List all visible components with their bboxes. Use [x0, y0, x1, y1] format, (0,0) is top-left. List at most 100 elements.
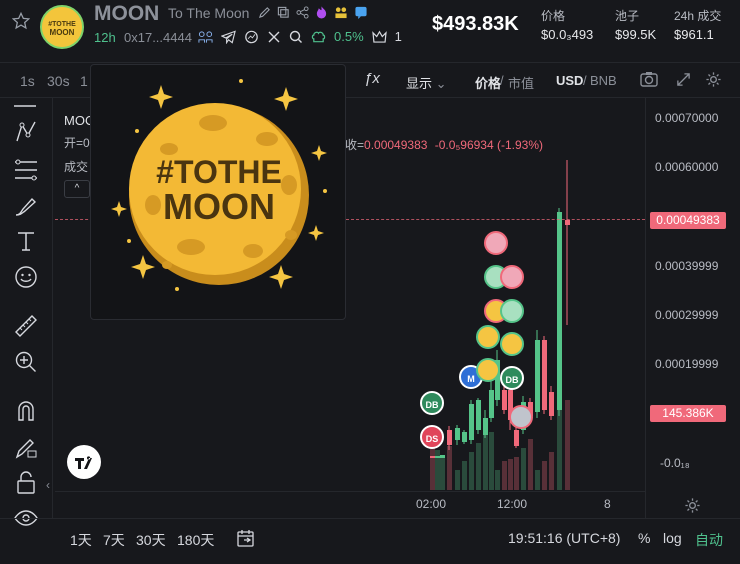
chat-icon[interactable] [354, 6, 368, 19]
camera-icon[interactable] [640, 71, 658, 87]
holders-icon[interactable] [198, 30, 213, 44]
cursor-line-icon[interactable] [13, 101, 37, 111]
header-icons [258, 5, 368, 19]
token-age: 12h [94, 30, 116, 45]
volume-bar [521, 448, 526, 490]
people-icon [335, 6, 347, 18]
moon-text-line2: MOON [163, 186, 275, 227]
candle-body [514, 430, 519, 446]
svg-text:#TOTHE: #TOTHE [48, 21, 76, 28]
legend-volume: 成交 [64, 160, 89, 174]
fib-retracement-icon[interactable] [13, 158, 39, 182]
market-cap-value: $493.83K [432, 13, 519, 35]
crown-icon [371, 30, 387, 43]
brush-icon[interactable] [13, 195, 39, 219]
stat-pool-label: 池子 [615, 9, 640, 23]
magnet-icon[interactable] [14, 399, 38, 423]
trader-avatar-marker[interactable] [476, 358, 500, 382]
timeframe-30s[interactable]: 30s [47, 73, 70, 89]
zoom-in-icon[interactable] [14, 350, 38, 374]
trend-line-icon[interactable] [14, 120, 38, 144]
y-tick: 0.00060000 [655, 160, 719, 174]
close-value: 0.00049383 [364, 138, 428, 152]
edit-icon[interactable] [258, 6, 271, 19]
indicators-button[interactable]: ƒx [364, 70, 380, 87]
candle-body [462, 432, 467, 442]
x-tick: 12:00 [497, 497, 528, 511]
y-tick: 0.00029999 [655, 308, 719, 322]
emoji-icon[interactable] [14, 265, 38, 289]
candle-body [476, 400, 481, 430]
chef-hat-icon [311, 31, 326, 42]
contract-address[interactable]: 0x17...4444 [124, 30, 192, 45]
volume-bar [476, 443, 481, 490]
trade-marker-db[interactable]: DB [420, 391, 444, 415]
range-7d[interactable]: 7天 [103, 530, 125, 550]
y-tick: 0.00039999 [655, 259, 719, 273]
currency-separator: / [583, 73, 587, 88]
percent-toggle[interactable]: % [638, 530, 650, 546]
website-icon[interactable] [244, 30, 259, 44]
volume-bar [483, 434, 488, 490]
trade-marker-ds[interactable]: DS [420, 425, 444, 449]
trader-avatar-marker[interactable] [484, 231, 508, 255]
volume-bar [469, 452, 474, 490]
range-180d[interactable]: 180天 [177, 530, 214, 550]
twitter-x-icon[interactable] [267, 30, 281, 44]
timeframe-1m[interactable]: 1 [80, 73, 88, 89]
candle-body [489, 390, 494, 418]
x-tick: 02:00 [416, 497, 447, 511]
volume-bar [535, 470, 540, 490]
legend-collapse-button[interactable]: ^ [64, 180, 90, 198]
range-30d[interactable]: 30天 [136, 530, 166, 550]
favorite-star-icon[interactable] [12, 12, 30, 30]
telegram-icon[interactable] [221, 29, 236, 44]
display-label: 显示 [406, 76, 433, 91]
y-tick: 0.00070000 [655, 111, 719, 125]
usd-toggle[interactable]: USD [556, 73, 583, 88]
bnb-toggle[interactable]: BNB [590, 73, 617, 88]
log-toggle[interactable]: log [663, 530, 682, 546]
divider [55, 491, 645, 492]
candle-body [535, 340, 540, 412]
mcap-toggle[interactable]: 市值 [508, 73, 534, 92]
text-tool-icon[interactable] [15, 230, 37, 252]
token-image-popup: #TOTHE MOON [90, 64, 346, 320]
fullscreen-icon[interactable] [676, 72, 691, 87]
search-icon[interactable] [289, 30, 303, 44]
svg-text:MOON: MOON [50, 28, 75, 37]
stat-price-label: 价格 [541, 9, 566, 23]
trader-avatar-marker[interactable] [500, 332, 524, 356]
volume-bar [435, 450, 440, 490]
trader-avatar-marker[interactable] [500, 299, 524, 323]
divider [645, 98, 646, 518]
ruler-icon[interactable] [13, 313, 39, 339]
change-value: -0.0₅96934 (-1.93%) [434, 138, 543, 152]
display-menu[interactable]: 显示 ⌄ [406, 73, 447, 92]
pencil-lock-icon[interactable] [14, 436, 38, 460]
y-tick: -0.0₁₈ [660, 456, 690, 470]
tradingview-logo[interactable] [67, 445, 101, 479]
volume-bar [462, 461, 467, 490]
divider [52, 98, 53, 518]
price-toggle[interactable]: 价格 [475, 73, 501, 92]
trader-avatar-marker[interactable] [500, 265, 524, 289]
volume-bar [565, 400, 570, 490]
goto-date-icon[interactable] [236, 528, 256, 548]
axis-settings-gear-icon[interactable] [684, 497, 701, 514]
range-1d[interactable]: 1天 [70, 530, 92, 550]
auto-toggle[interactable]: 自动 [695, 530, 723, 550]
lock-icon[interactable] [15, 471, 37, 495]
trader-avatar-marker[interactable] [509, 405, 533, 429]
share-icon[interactable] [296, 5, 309, 19]
collapse-toolbar-icon[interactable]: ‹ [46, 478, 50, 492]
volume-bar [557, 376, 562, 490]
clock[interactable]: 19:51:16 (UTC+8) [508, 530, 620, 546]
moon-illustration: #TOTHE MOON [111, 79, 327, 291]
timeframe-1s[interactable]: 1s [20, 73, 35, 89]
trade-marker-db[interactable]: DB [500, 366, 524, 390]
copy-icon[interactable] [277, 6, 290, 19]
settings-gear-icon[interactable] [705, 71, 722, 88]
trader-avatar-marker[interactable] [476, 325, 500, 349]
legend-close: 收=0.00049383 -0.0₅96934 (-1.93%) [345, 136, 543, 153]
